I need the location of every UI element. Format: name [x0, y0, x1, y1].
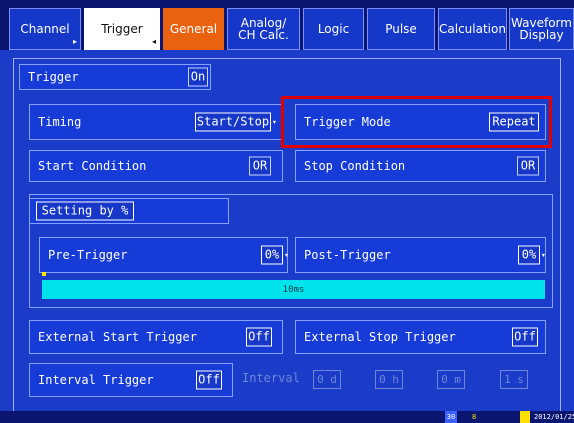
interval-label: Interval [242, 371, 300, 385]
start-condition-select[interactable]: OR [249, 156, 271, 176]
trigger-position-marker [42, 272, 46, 276]
external-start-trigger-label: External Start Trigger [38, 330, 197, 344]
trigger-header: Trigger On [19, 64, 211, 90]
tab-logic[interactable]: Logic [303, 8, 364, 50]
highlight-frame [281, 96, 552, 148]
external-stop-trigger-label: External Stop Trigger [304, 330, 456, 344]
interval-minutes-field[interactable]: 0 m [437, 370, 465, 389]
submenu-icon: ▸ [72, 37, 77, 46]
tab-general[interactable]: General [163, 8, 224, 50]
interval-trigger-label: Interval Trigger [38, 373, 154, 387]
start-condition-row: Start Condition OR [29, 150, 283, 182]
status-indicator: 8 [472, 413, 477, 421]
interval-days-field[interactable]: 0 d [313, 370, 341, 389]
pre-trigger-row: Pre-Trigger 0% ▾ [39, 237, 289, 273]
external-start-trigger-toggle[interactable]: Off [246, 327, 272, 347]
interval-hours-field[interactable]: 0 h [375, 370, 403, 389]
post-trigger-select[interactable]: 0% [518, 245, 540, 265]
submenu-icon: ◂ [151, 37, 156, 46]
setting-by-percent-header: Setting by % [29, 198, 229, 224]
external-start-trigger-row: External Start Trigger Off [29, 320, 283, 354]
tab-pulse[interactable]: Pulse [367, 8, 435, 50]
interval-trigger-toggle[interactable]: Off [196, 370, 222, 390]
stop-condition-select[interactable]: OR [517, 156, 539, 176]
tab-waveform-display[interactable]: Waveform Display [509, 8, 574, 50]
timing-row: Timing Start/Stop ▾ [29, 104, 283, 140]
dropdown-icon: ▾ [541, 250, 546, 260]
start-condition-label: Start Condition [38, 159, 147, 173]
stop-condition-row: Stop Condition OR [295, 150, 546, 182]
stop-condition-label: Stop Condition [304, 159, 406, 173]
time-range-bar: 10ms [42, 280, 545, 299]
tab-channel[interactable]: Channel ▸ [9, 8, 81, 50]
dropdown-icon: ▾ [272, 117, 277, 127]
pre-trigger-label: Pre-Trigger [48, 248, 128, 262]
post-trigger-row: Post-Trigger 0% ▾ [295, 237, 546, 273]
trigger-label: Trigger [28, 70, 79, 84]
interval-trigger-row: Interval Trigger Off [29, 363, 233, 397]
pre-trigger-select[interactable]: 0% [261, 245, 283, 265]
setting-by-percent-button[interactable]: Setting by % [36, 201, 134, 221]
status-icon [520, 411, 530, 423]
status-bar [0, 411, 574, 423]
timing-select[interactable]: Start/Stop [195, 112, 271, 132]
interval-seconds-field[interactable]: 1 s [500, 370, 528, 389]
tab-trigger[interactable]: Trigger ◂ [84, 8, 160, 50]
post-trigger-label: Post-Trigger [304, 248, 391, 262]
external-stop-trigger-row: External Stop Trigger Off [295, 320, 546, 354]
tab-analog-ch-calc[interactable]: Analog/ CH Calc. [227, 8, 300, 50]
trigger-toggle[interactable]: On [188, 67, 208, 87]
timing-label: Timing [38, 115, 82, 129]
external-stop-trigger-toggle[interactable]: Off [512, 327, 538, 347]
status-date: 2012/01/25 [534, 413, 574, 421]
tab-calculation[interactable]: Calculation [438, 8, 507, 50]
status-channel-count: 30 [445, 411, 457, 423]
tab-bar: Channel ▸ Trigger ◂ General Analog/ CH Cal… [0, 0, 574, 50]
dropdown-icon: ▾ [284, 250, 289, 260]
